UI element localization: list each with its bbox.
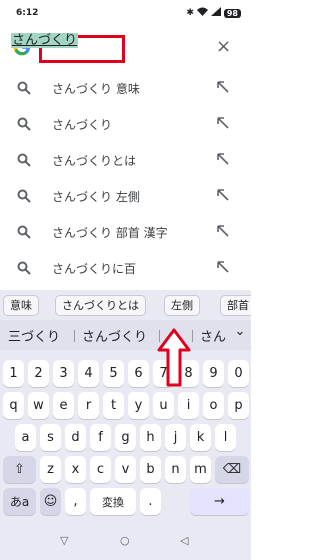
chip[interactable]: 意味 bbox=[3, 295, 39, 316]
comma-key[interactable]: , bbox=[65, 488, 86, 515]
key[interactable]: m bbox=[190, 456, 211, 483]
search-input[interactable]: さんづくり bbox=[11, 33, 79, 48]
search-icon bbox=[17, 189, 31, 203]
suggestion-item[interactable]: さんづくり 部首 漢字 bbox=[0, 214, 251, 250]
clock: 6:12 bbox=[16, 8, 39, 18]
suggestion-item[interactable]: さんづくりに百 bbox=[0, 250, 251, 286]
suggestion-label: さんづくり bbox=[52, 118, 113, 132]
key[interactable]: u bbox=[153, 392, 174, 419]
key[interactable]: x bbox=[65, 456, 86, 483]
fill-query-arrow-icon[interactable] bbox=[216, 116, 230, 130]
suggestion-label: さんづくり 左側 bbox=[52, 190, 140, 204]
convert-key[interactable]: 変換 bbox=[90, 488, 136, 515]
key[interactable]: a bbox=[15, 424, 36, 451]
backspace-key[interactable]: ⌫ bbox=[215, 456, 249, 483]
candidate[interactable]: 三づくり bbox=[8, 326, 60, 345]
suggestion-item[interactable]: さんづくり 意味 bbox=[0, 70, 251, 106]
key[interactable]: 0 bbox=[228, 360, 249, 387]
key[interactable]: g bbox=[115, 424, 136, 451]
bluetooth-icon: ✱ bbox=[186, 8, 194, 18]
fill-query-arrow-icon[interactable] bbox=[216, 152, 230, 166]
expand-candidates-button[interactable]: ⌄ bbox=[229, 324, 251, 346]
key[interactable]: q bbox=[3, 392, 24, 419]
key[interactable]: r bbox=[78, 392, 99, 419]
shift-key[interactable]: ⇧ bbox=[3, 456, 36, 483]
fill-query-arrow-icon[interactable] bbox=[216, 188, 230, 202]
divider bbox=[74, 330, 75, 342]
search-bar: さんづくり × bbox=[0, 28, 251, 68]
annotation-arrow-icon bbox=[157, 328, 191, 387]
fill-query-arrow-icon[interactable] bbox=[216, 224, 230, 238]
suggestion-label: さんづくり 意味 bbox=[52, 82, 140, 96]
status-bar: 6:12 ✱ 98 bbox=[0, 0, 251, 26]
search-icon bbox=[17, 225, 31, 239]
status-icons: ✱ 98 bbox=[186, 7, 241, 19]
fill-query-arrow-icon[interactable] bbox=[216, 260, 230, 274]
search-icon bbox=[17, 153, 31, 167]
search-icon bbox=[17, 81, 31, 95]
divider bbox=[192, 330, 193, 342]
emoji-icon[interactable]: ☺ bbox=[40, 488, 61, 515]
key[interactable]: y bbox=[128, 392, 149, 419]
key[interactable]: 6 bbox=[128, 360, 149, 387]
key[interactable]: h bbox=[140, 424, 161, 451]
fill-query-arrow-icon[interactable] bbox=[216, 80, 230, 94]
key[interactable]: w bbox=[28, 392, 49, 419]
key[interactable]: f bbox=[90, 424, 111, 451]
suggestion-label: さんづくり 部首 漢字 bbox=[52, 226, 168, 240]
candidate[interactable]: さん bbox=[200, 326, 226, 345]
wifi-icon bbox=[196, 7, 208, 19]
key[interactable]: p bbox=[228, 392, 249, 419]
key[interactable]: b bbox=[140, 456, 161, 483]
key[interactable]: i bbox=[178, 392, 199, 419]
keyboard: 意味 さんづくりとは 左側 部首 三づくり さんづくり 彡 さん ⌄ 1 2 3… bbox=[0, 290, 251, 526]
chip[interactable]: さんづくりとは bbox=[55, 295, 146, 316]
candidate-bar: 三づくり さんづくり 彡 さん ⌄ bbox=[0, 320, 251, 350]
chip[interactable]: 左側 bbox=[164, 295, 200, 316]
search-icon bbox=[17, 117, 31, 131]
key[interactable]: z bbox=[40, 456, 61, 483]
back-nav-icon[interactable]: ▽ bbox=[60, 534, 68, 547]
key[interactable]: n bbox=[165, 456, 186, 483]
navigation-bar: ▽ ○ ◁ bbox=[0, 526, 251, 560]
period-key[interactable]: . bbox=[140, 488, 161, 515]
key[interactable]: s bbox=[40, 424, 61, 451]
home-nav-icon[interactable]: ○ bbox=[120, 534, 130, 547]
candidate[interactable]: さんづくり bbox=[82, 326, 147, 345]
key[interactable]: k bbox=[190, 424, 211, 451]
battery-indicator: 98 bbox=[223, 8, 241, 18]
suggestion-item[interactable]: さんづくり 左側 bbox=[0, 178, 251, 214]
key[interactable]: 1 bbox=[3, 360, 24, 387]
suggestion-label: さんづくりに百 bbox=[52, 262, 137, 276]
key[interactable]: e bbox=[53, 392, 74, 419]
signal-icon bbox=[210, 7, 221, 19]
search-icon bbox=[17, 261, 31, 275]
suggestion-item[interactable]: さんづくり bbox=[0, 106, 251, 142]
key[interactable]: c bbox=[90, 456, 111, 483]
suggestion-item[interactable]: さんづくりとは bbox=[0, 142, 251, 178]
key[interactable]: l bbox=[215, 424, 236, 451]
key[interactable]: o bbox=[203, 392, 224, 419]
key[interactable]: 5 bbox=[103, 360, 124, 387]
enter-key[interactable]: → bbox=[190, 488, 249, 515]
key[interactable]: 2 bbox=[28, 360, 49, 387]
key[interactable]: v bbox=[115, 456, 136, 483]
recents-nav-icon[interactable]: ◁ bbox=[180, 534, 188, 547]
key[interactable]: 9 bbox=[203, 360, 224, 387]
key[interactable]: t bbox=[103, 392, 124, 419]
key[interactable]: 4 bbox=[78, 360, 99, 387]
suggestion-chips: 意味 さんづくりとは 左側 部首 bbox=[0, 290, 251, 320]
key[interactable]: d bbox=[65, 424, 86, 451]
language-switch-key[interactable]: あa bbox=[3, 488, 36, 515]
clear-search-button[interactable]: × bbox=[216, 37, 231, 57]
chip[interactable]: 部首 bbox=[220, 295, 251, 316]
key[interactable]: j bbox=[165, 424, 186, 451]
suggestion-label: さんづくりとは bbox=[52, 154, 137, 168]
key[interactable]: 3 bbox=[53, 360, 74, 387]
